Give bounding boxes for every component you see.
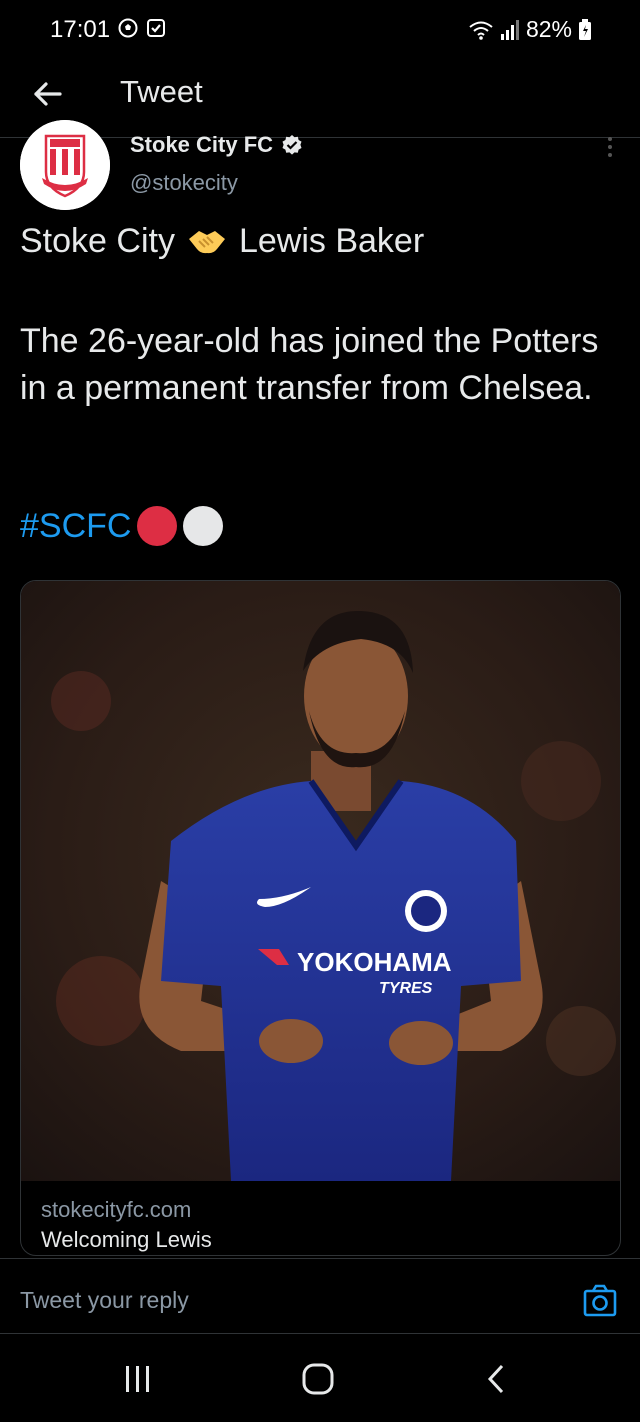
link-preview-card[interactable]: YOKOHAMA TYRES stokecityfc.com Welcoming… [20,580,621,1256]
red-circle-emoji-icon [137,506,178,546]
system-nav-bar [0,1334,640,1422]
handshake-emoji-icon [188,230,225,253]
reply-bar: Tweet your reply [0,1258,640,1334]
sponsor-text: YOKOHAMA [297,947,452,977]
verified-badge-icon [282,135,302,155]
sponsor-subtext: TYRES [379,980,433,997]
hashtag-link[interactable]: #SCFC [20,507,131,546]
author-handle[interactable]: @stokecity [130,170,238,196]
camera-icon[interactable] [582,1283,618,1319]
card-domain: stokecityfc.com [41,1197,192,1222]
status-time: 17:01 [50,16,111,43]
recents-icon[interactable] [118,1362,158,1396]
page-title: Tweet [120,74,203,109]
tweet-body-text: The 26-year-old has joined the Potters i… [20,322,599,407]
nav-back-icon[interactable] [476,1362,516,1396]
soccer-ball-icon [118,18,138,38]
status-notification-icons [118,18,166,38]
battery-icon [579,18,591,40]
status-system-icons: 82% [468,16,592,43]
card-title: Welcoming Lewis [41,1227,212,1252]
tweet-headline-right: Lewis Baker [238,222,425,260]
tweet-headline: Stoke City Lewis Baker [20,222,424,261]
reply-input[interactable]: Tweet your reply [20,1287,189,1314]
signal-icon [500,19,519,40]
tweet-hashtag-row: #SCFC [20,506,224,546]
stoke-city-crest-icon [20,120,110,210]
back-arrow-icon[interactable] [30,76,66,112]
wifi-icon [469,21,493,40]
home-icon[interactable] [298,1362,338,1396]
card-image[interactable]: YOKOHAMA TYRES [21,581,621,1181]
check-box-icon [147,19,165,37]
battery-percent: 82% [525,16,572,42]
top-app-bar: Tweet [0,60,640,138]
white-circle-emoji-icon [183,506,224,546]
author-avatar[interactable] [20,120,110,210]
author-name-row[interactable]: Stoke City FC [130,132,303,158]
author-name[interactable]: Stoke City FC [130,132,273,158]
tweet-headline-left: Stoke City [20,222,175,260]
status-bar: 17:01 82% [0,0,640,60]
more-vertical-icon[interactable] [606,135,614,159]
